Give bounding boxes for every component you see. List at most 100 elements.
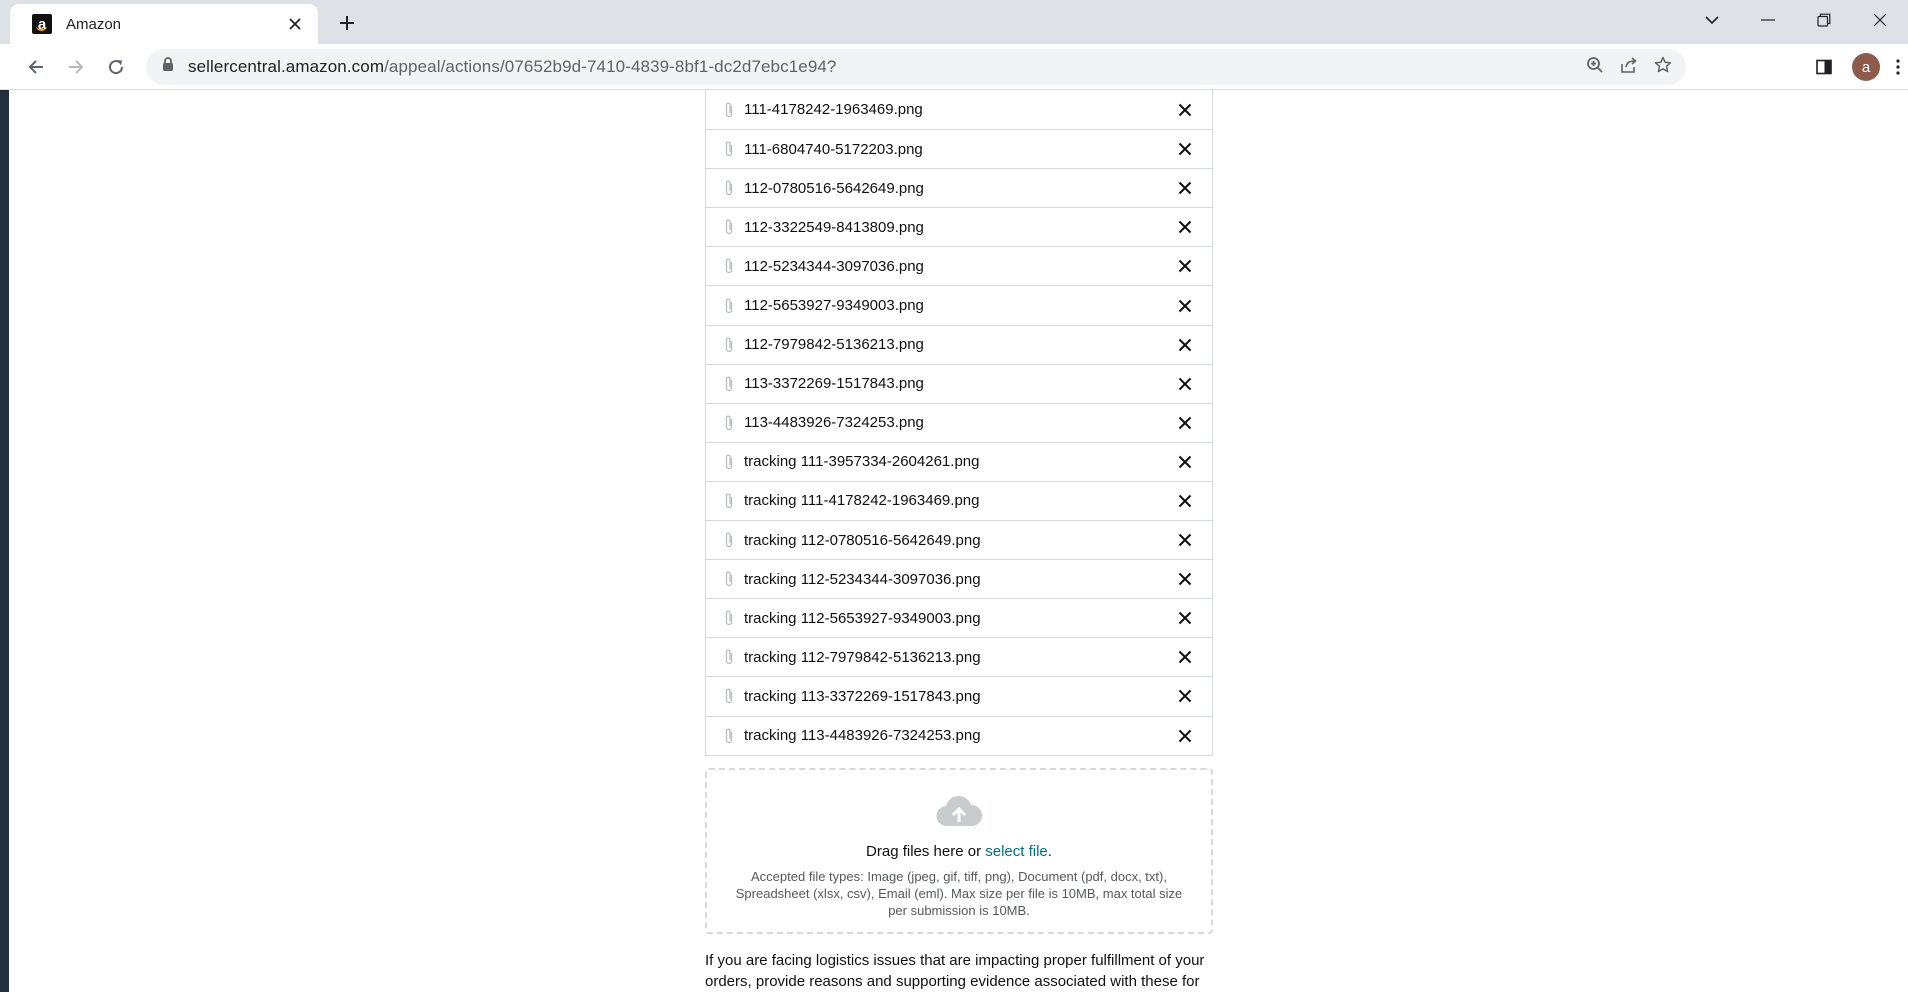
menu-kebab-icon[interactable] bbox=[1888, 47, 1908, 87]
new-tab-button[interactable] bbox=[334, 10, 360, 36]
file-row: 112-5653927-9349003.png bbox=[706, 285, 1212, 324]
file-row: tracking 111-3957334-2604261.png bbox=[706, 441, 1212, 481]
remove-file-icon[interactable] bbox=[1174, 646, 1196, 668]
remove-file-icon[interactable] bbox=[1174, 373, 1196, 395]
file-name: tracking 111-3957334-2604261.png bbox=[744, 453, 980, 471]
paperclip-icon bbox=[724, 217, 736, 237]
remove-file-icon[interactable] bbox=[1174, 451, 1196, 473]
bookmark-star-icon[interactable] bbox=[1654, 56, 1672, 79]
file-name: 113-3372269-1517843.png bbox=[744, 375, 924, 393]
file-name: 112-0780516-5642649.png bbox=[744, 179, 924, 197]
file-name: 112-3322549-8413809.png bbox=[744, 218, 924, 236]
minimize-icon[interactable] bbox=[1740, 0, 1796, 40]
paperclip-icon bbox=[724, 686, 736, 706]
paperclip-icon bbox=[724, 647, 736, 667]
remove-file-icon[interactable] bbox=[1174, 607, 1196, 629]
paperclip-icon bbox=[724, 452, 736, 472]
remove-file-icon[interactable] bbox=[1174, 334, 1196, 356]
remove-file-icon[interactable] bbox=[1174, 490, 1196, 512]
restore-icon[interactable] bbox=[1796, 0, 1852, 40]
tab-title: Amazon bbox=[66, 15, 122, 33]
close-window-icon[interactable] bbox=[1852, 0, 1908, 40]
file-row: 112-5234344-3097036.png bbox=[706, 246, 1212, 285]
url-text: sellercentral.amazon.com/appeal/actions/… bbox=[188, 57, 836, 77]
file-name: 113-4483926-7324253.png bbox=[744, 414, 924, 432]
file-row: tracking 112-5234344-3097036.png bbox=[706, 559, 1212, 598]
file-name: tracking 113-4483926-7324253.png bbox=[744, 727, 981, 745]
file-name: tracking 112-5653927-9349003.png bbox=[744, 609, 981, 627]
amazon-favicon-icon: a bbox=[32, 14, 52, 34]
lock-icon[interactable] bbox=[162, 57, 174, 77]
select-file-link[interactable]: select file bbox=[985, 843, 1048, 860]
remove-file-icon[interactable] bbox=[1174, 255, 1196, 277]
accepted-file-types-hint: Accepted file types: Image (jpeg, gif, t… bbox=[735, 868, 1183, 918]
browser-tab[interactable]: a Amazon bbox=[10, 4, 318, 44]
remove-file-icon[interactable] bbox=[1174, 99, 1196, 121]
file-row: 112-3322549-8413809.png bbox=[706, 207, 1212, 246]
logistics-info-text: If you are facing logistics issues that … bbox=[705, 951, 1205, 990]
file-row: tracking 112-5653927-9349003.png bbox=[706, 598, 1212, 637]
dropzone-prefix: Drag files here or bbox=[866, 842, 986, 860]
remove-file-icon[interactable] bbox=[1174, 412, 1196, 434]
tab-close-icon[interactable] bbox=[284, 13, 306, 35]
forward-icon[interactable] bbox=[56, 47, 96, 87]
file-name: 111-6804740-5172203.png bbox=[744, 140, 923, 158]
file-row: tracking 112-0780516-5642649.png bbox=[706, 520, 1212, 559]
tab-search-icon[interactable] bbox=[1684, 0, 1740, 40]
remove-file-icon[interactable] bbox=[1174, 138, 1196, 160]
paperclip-icon bbox=[724, 491, 736, 511]
file-name: tracking 112-7979842-5136213.png bbox=[744, 648, 981, 666]
remove-file-icon[interactable] bbox=[1174, 216, 1196, 238]
url-domain: sellercentral.amazon.com bbox=[188, 57, 385, 76]
file-name: tracking 113-3372269-1517843.png bbox=[744, 687, 981, 705]
upload-cloud-icon bbox=[935, 795, 983, 833]
dropzone-suffix: . bbox=[1047, 842, 1052, 860]
file-name: 112-5653927-9349003.png bbox=[744, 297, 924, 315]
address-bar[interactable]: sellercentral.amazon.com/appeal/actions/… bbox=[146, 49, 1686, 85]
paperclip-icon bbox=[724, 726, 736, 746]
side-panel-icon[interactable] bbox=[1804, 47, 1844, 87]
paperclip-icon bbox=[724, 100, 736, 120]
left-sidebar-edge bbox=[0, 90, 9, 992]
browser-toolbar: sellercentral.amazon.com/appeal/actions/… bbox=[0, 44, 1908, 90]
file-row: 112-7979842-5136213.png bbox=[706, 324, 1212, 364]
file-name: 112-7979842-5136213.png bbox=[744, 336, 924, 354]
paperclip-icon bbox=[724, 569, 736, 589]
file-name: 111-4178242-1963469.png bbox=[744, 101, 923, 119]
reload-icon[interactable] bbox=[96, 47, 136, 87]
file-row: tracking 111-4178242-1963469.png bbox=[706, 480, 1212, 520]
dropzone-instruction: Drag files here or select file. bbox=[866, 843, 1052, 860]
file-name: tracking 112-0780516-5642649.png bbox=[744, 531, 981, 549]
paperclip-icon bbox=[724, 374, 736, 394]
remove-file-icon[interactable] bbox=[1174, 568, 1196, 590]
paperclip-icon bbox=[724, 530, 736, 550]
remove-file-icon[interactable] bbox=[1174, 725, 1196, 747]
zoom-icon[interactable] bbox=[1586, 56, 1604, 79]
paperclip-icon bbox=[724, 139, 736, 159]
appeal-form: 111-4178242-1963469.png 111-6804740-51722… bbox=[705, 90, 1213, 992]
remove-file-icon[interactable] bbox=[1174, 685, 1196, 707]
paperclip-icon bbox=[724, 296, 736, 316]
remove-file-icon[interactable] bbox=[1174, 295, 1196, 317]
file-row: 111-4178242-1963469.png bbox=[706, 90, 1212, 129]
page-content: 111-4178242-1963469.png 111-6804740-51722… bbox=[0, 90, 1908, 992]
file-row: tracking 112-7979842-5136213.png bbox=[706, 637, 1212, 676]
paperclip-icon bbox=[724, 413, 736, 433]
file-name: tracking 111-4178242-1963469.png bbox=[744, 492, 980, 510]
share-icon[interactable] bbox=[1620, 56, 1638, 79]
paperclip-icon bbox=[724, 608, 736, 628]
profile-avatar[interactable]: a bbox=[1852, 53, 1880, 81]
remove-file-icon[interactable] bbox=[1174, 529, 1196, 551]
file-row: tracking 113-3372269-1517843.png bbox=[706, 676, 1212, 715]
back-icon[interactable] bbox=[16, 47, 56, 87]
paperclip-icon bbox=[724, 335, 736, 355]
file-row: tracking 113-4483926-7324253.png bbox=[706, 715, 1212, 755]
file-dropzone[interactable]: Drag files here or select file. Accepted… bbox=[705, 767, 1213, 934]
file-name: 112-5234344-3097036.png bbox=[744, 257, 924, 275]
window-controls bbox=[1684, 0, 1908, 40]
paperclip-icon bbox=[724, 178, 736, 198]
remove-file-icon[interactable] bbox=[1174, 177, 1196, 199]
url-path: /appeal/actions/07652b9d-7410-4839-8bf1-… bbox=[384, 57, 837, 76]
file-row: 112-0780516-5642649.png bbox=[706, 168, 1212, 207]
tab-strip: a Amazon bbox=[0, 0, 1908, 44]
